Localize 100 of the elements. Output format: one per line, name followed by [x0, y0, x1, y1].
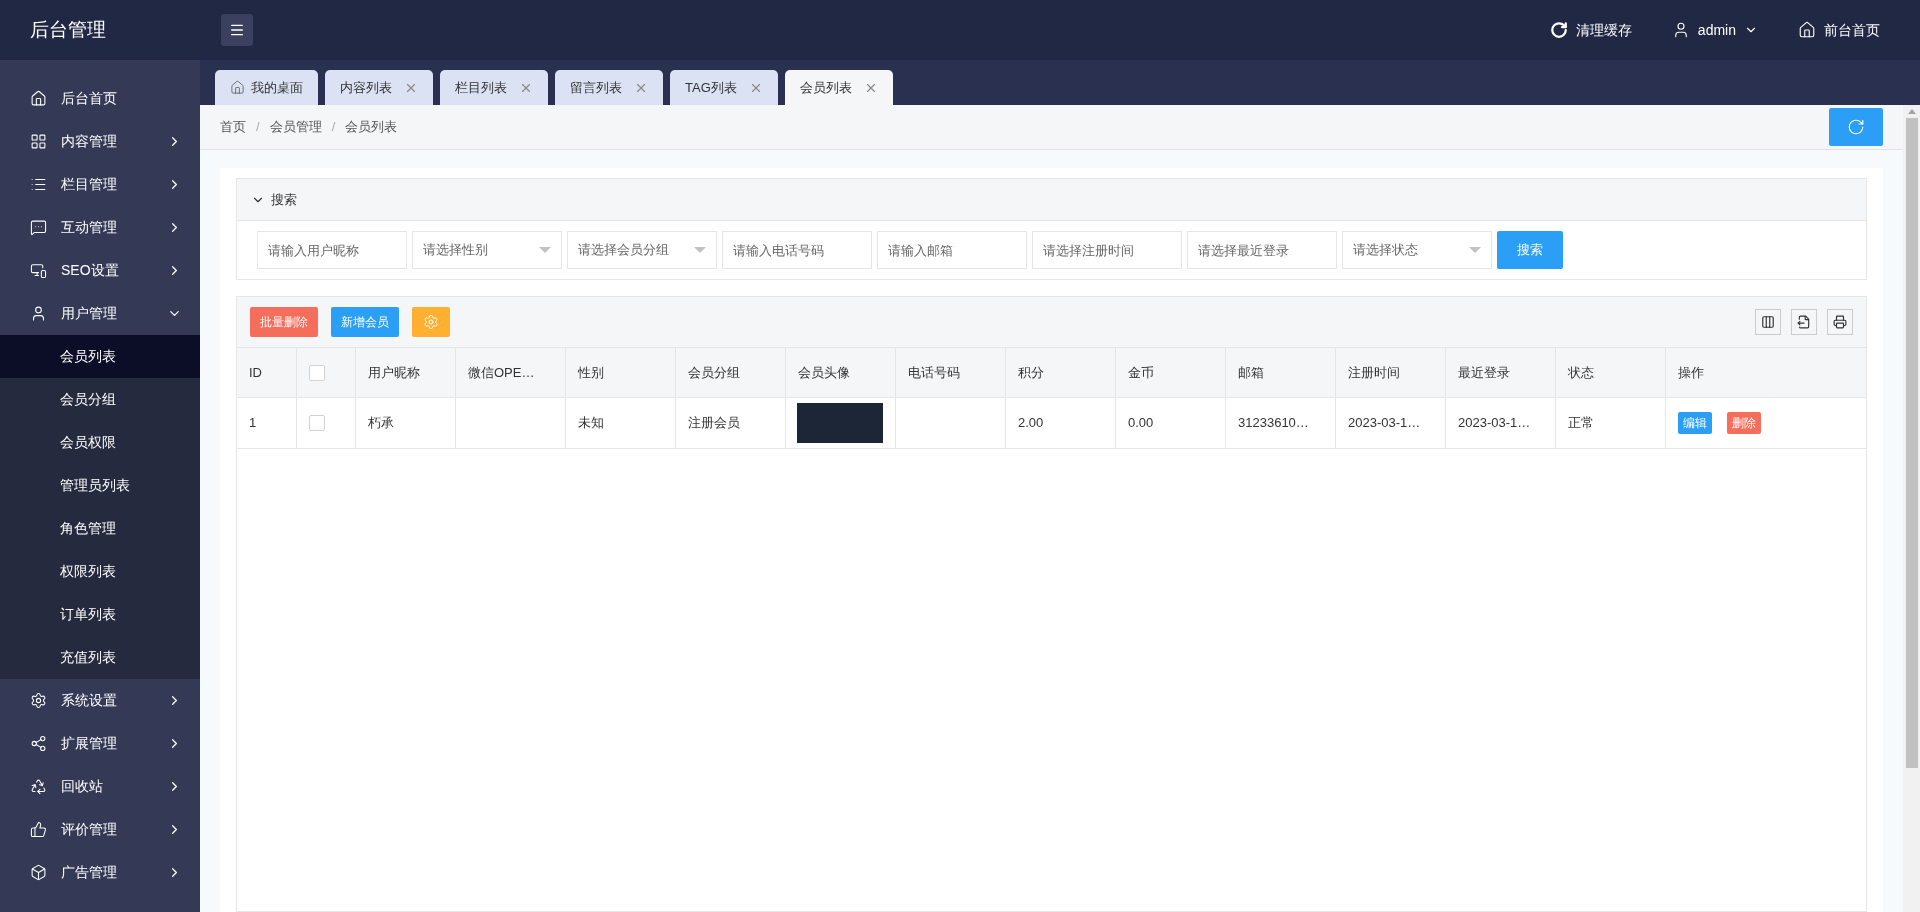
table-cell-text: 2023-03-1…	[1348, 414, 1421, 433]
checkbox[interactable]	[309, 415, 325, 431]
home-icon	[30, 90, 47, 107]
search-panel-title: 搜索	[271, 190, 297, 209]
menu-icon	[229, 22, 245, 38]
submenu-item[interactable]: 权限列表	[0, 550, 200, 593]
refresh-icon	[1549, 21, 1568, 39]
column-header: 性别	[578, 363, 604, 382]
sidebar-item[interactable]: 评价管理	[0, 808, 200, 851]
column-header: 会员分组	[688, 363, 740, 382]
dropdown-triangle-icon	[539, 247, 551, 253]
sidebar-item[interactable]: 后台首页	[0, 77, 200, 120]
thumbs-up-icon	[30, 821, 47, 838]
home-icon	[230, 80, 245, 95]
column-header: 操作	[1678, 363, 1704, 382]
submenu-item[interactable]: 会员列表	[0, 335, 200, 378]
app-title: 后台管理	[30, 18, 106, 40]
print-icon	[1833, 315, 1847, 329]
input-field[interactable]: 请输入用户昵称	[257, 231, 407, 269]
box-icon	[30, 864, 47, 881]
breadcrumb-separator: /	[331, 118, 336, 137]
submenu-item[interactable]: 充值列表	[0, 636, 200, 679]
column-header: 用户昵称	[368, 363, 420, 382]
column-header: 注册时间	[1348, 363, 1400, 382]
select-field[interactable]: 请选择性别	[412, 231, 562, 269]
sidebar-item[interactable]: 扩展管理	[0, 722, 200, 765]
column-header: 邮箱	[1238, 363, 1264, 382]
select-field[interactable]: 请选择会员分组	[567, 231, 717, 269]
refresh-icon	[1847, 118, 1865, 136]
sidebar-item[interactable]: 广告管理	[0, 851, 200, 894]
list-icon	[30, 176, 47, 193]
column-header: 最近登录	[1458, 363, 1510, 382]
table-cell-text: 注册会员	[688, 414, 740, 433]
column-header: 状态	[1568, 363, 1594, 382]
submenu-item[interactable]: 管理员列表	[0, 464, 200, 507]
column-header: 会员头像	[798, 363, 850, 382]
grid-icon	[30, 133, 47, 150]
dropdown-triangle-icon	[1469, 247, 1481, 253]
tab[interactable]: 留言列表	[555, 70, 663, 105]
refresh-button[interactable]	[1829, 108, 1883, 146]
column-header: ID	[249, 363, 262, 382]
breadcrumb-link[interactable]: 会员管理	[269, 117, 322, 137]
settings-icon	[30, 692, 47, 709]
header-link[interactable]: 清理缓存	[1549, 19, 1632, 41]
table-cell-text: 未知	[578, 414, 604, 433]
export-button[interactable]	[1791, 309, 1817, 335]
breadcrumb-link[interactable]: 会员列表	[345, 117, 398, 137]
sidebar-item[interactable]: SEO设置	[0, 249, 200, 292]
header-link[interactable]: 前台首页	[1798, 19, 1880, 41]
chat-icon	[30, 219, 47, 236]
table-cell-text: 0.00	[1128, 414, 1154, 433]
sidebar-item[interactable]: 栏目管理	[0, 163, 200, 206]
recycle-icon	[30, 778, 47, 795]
tab[interactable]: 我的桌面	[215, 70, 318, 105]
submenu-item[interactable]: 角色管理	[0, 507, 200, 550]
settings-icon	[423, 314, 439, 330]
column-header: 电话号码	[908, 363, 960, 382]
submenu-item[interactable]: 会员权限	[0, 421, 200, 464]
print-button[interactable]	[1827, 309, 1853, 335]
submenu-item[interactable]: 会员分组	[0, 378, 200, 421]
scroll-up-arrow-icon[interactable]	[1907, 109, 1916, 114]
breadcrumb-separator: /	[256, 118, 260, 137]
table-cell-text: 朽承	[368, 414, 394, 433]
header-link[interactable]: admin	[1671, 19, 1758, 41]
table-cell-text: 正常	[1568, 414, 1594, 433]
column-header: 积分	[1018, 363, 1044, 382]
submenu-item[interactable]: 订单列表	[0, 593, 200, 636]
column-header: 微信OPE…	[468, 363, 535, 382]
tab[interactable]: 内容列表	[325, 70, 433, 105]
column-header: 金币	[1128, 363, 1154, 382]
sidebar-item[interactable]: 互动管理	[0, 206, 200, 249]
scrollbar-thumb[interactable]	[1905, 118, 1918, 768]
input-field[interactable]: 请选择最近登录	[1187, 231, 1337, 269]
sidebar-item[interactable]: 用户管理	[0, 292, 200, 335]
checkbox[interactable]	[309, 364, 325, 381]
sidebar-item[interactable]: 回收站	[0, 765, 200, 808]
menu-toggle-button[interactable]	[221, 14, 253, 46]
columns-icon	[1761, 315, 1775, 329]
tab[interactable]: TAG列表	[670, 70, 778, 105]
export-icon	[1797, 315, 1811, 329]
monitor-icon	[30, 262, 47, 279]
table-cell-text: 2023-03-1…	[1458, 414, 1531, 433]
table-cell-text: 1	[249, 414, 257, 433]
table-cell-text: 2.00	[1018, 414, 1044, 433]
input-field[interactable]: 请输入电话号码	[722, 231, 872, 269]
share-icon	[30, 735, 47, 752]
tab[interactable]: 栏目列表	[440, 70, 548, 105]
tab[interactable]: 会员列表	[784, 70, 893, 105]
sidebar-item[interactable]: 系统设置	[0, 679, 200, 722]
sidebar-item[interactable]: 内容管理	[0, 120, 200, 163]
input-field[interactable]: 请输入邮箱	[877, 231, 1027, 269]
breadcrumb-link[interactable]: 首页	[220, 117, 246, 137]
select-field[interactable]: 请选择状态	[1342, 231, 1492, 269]
settings-button[interactable]	[412, 307, 450, 337]
user-icon	[30, 305, 47, 322]
table-cell-text: 31233610…	[1238, 414, 1309, 433]
input-field[interactable]: 请选择注册时间	[1032, 231, 1182, 269]
home-icon	[1798, 21, 1816, 39]
dropdown-triangle-icon	[694, 247, 706, 253]
columns-button[interactable]	[1755, 309, 1781, 335]
